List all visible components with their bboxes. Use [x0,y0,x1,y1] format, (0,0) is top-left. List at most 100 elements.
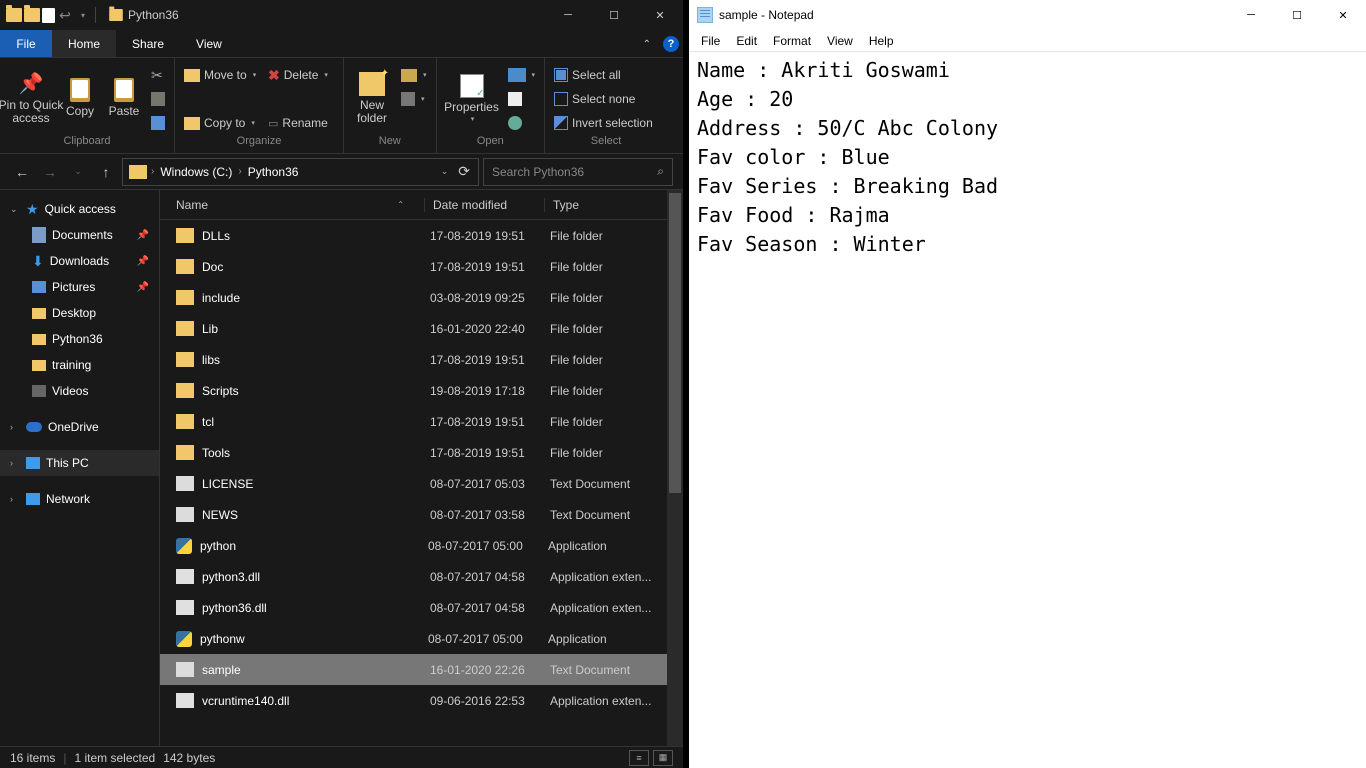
undo-icon[interactable]: ↩ [57,7,73,24]
collapse-ribbon-icon[interactable]: ⌃ [643,39,651,50]
delete-button[interactable]: ✖Delete▾ [265,65,337,85]
history-button[interactable] [505,113,539,133]
qat-doc-icon[interactable] [42,8,55,23]
up-button[interactable]: ↑ [94,160,118,184]
qat-dropdown-icon[interactable]: ▾ [75,11,91,20]
sidebar-desktop[interactable]: Desktop [0,300,159,326]
text-file-icon [176,507,194,522]
menu-help[interactable]: Help [861,34,902,48]
select-all-button[interactable]: Select all [551,65,661,85]
column-name[interactable]: Name⌃ [176,198,424,212]
open-button[interactable]: ▾ [505,65,539,85]
copy-button[interactable]: Copy [60,63,100,133]
select-none-button[interactable]: Select none [551,89,661,109]
file-menu[interactable]: File [0,30,52,57]
sidebar-thispc[interactable]: ›This PC [0,450,159,476]
file-row[interactable]: python08-07-2017 05:00Application [160,530,683,561]
new-item-button[interactable]: ▾ [398,65,430,85]
sidebar-pictures[interactable]: Pictures📌 [0,274,159,300]
menu-format[interactable]: Format [765,34,819,48]
sidebar-network[interactable]: ›Network [0,486,159,512]
breadcrumb-root[interactable]: Windows (C:) [154,165,238,179]
qat-folder-icon[interactable] [6,8,22,22]
sidebar-documents[interactable]: Documents📌 [0,222,159,248]
cut-button[interactable]: ✂ [148,65,168,85]
folder-icon [176,321,194,336]
sidebar-training[interactable]: training [0,352,159,378]
maximize-button[interactable]: ☐ [591,0,637,30]
refresh-icon[interactable]: ⟳ [458,163,470,180]
close-button[interactable]: ✕ [637,0,683,30]
sidebar-downloads[interactable]: ⬇Downloads📌 [0,248,159,274]
text-area[interactable]: Name : Akriti Goswami Age : 20 Address :… [689,52,1366,768]
file-row[interactable]: python36.dll08-07-2017 04:58Application … [160,592,683,623]
search-icon: ⌕ [657,164,664,179]
tab-home[interactable]: Home [52,30,116,57]
minimize-button[interactable]: ─ [545,0,591,30]
close-button[interactable]: ✕ [1320,0,1366,30]
file-row[interactable]: vcruntime140.dll09-06-2016 22:53Applicat… [160,685,683,716]
sidebar-quick-access[interactable]: ⌄★Quick access [0,196,159,222]
file-row[interactable]: python3.dll08-07-2017 04:58Application e… [160,561,683,592]
new-folder-button[interactable]: New folder [350,63,394,133]
file-row[interactable]: pythonw08-07-2017 05:00Application [160,623,683,654]
rename-button[interactable]: ▭Rename [265,113,337,133]
file-row[interactable]: libs17-08-2019 19:51File folder [160,344,683,375]
minimize-button[interactable]: ─ [1228,0,1274,30]
file-date: 17-08-2019 19:51 [430,415,550,429]
file-row[interactable]: Scripts19-08-2019 17:18File folder [160,375,683,406]
icons-view-button[interactable]: ▦ [653,750,673,766]
properties-button[interactable]: Properties▾ [443,63,501,133]
maximize-button[interactable]: ☐ [1274,0,1320,30]
file-row[interactable]: include03-08-2019 09:25File folder [160,282,683,313]
copy-path-icon [151,92,165,106]
sidebar-python36[interactable]: Python36 [0,326,159,352]
group-label: New [350,135,430,151]
back-button[interactable]: ← [10,160,34,184]
forward-button[interactable]: → [38,160,62,184]
address-bar[interactable]: › Windows (C:) › Python36 ⌄ ⟳ [122,158,479,186]
file-row[interactable]: Doc17-08-2019 19:51File folder [160,251,683,282]
column-type[interactable]: Type [544,198,664,212]
file-date: 16-01-2020 22:26 [430,663,550,677]
pin-quick-access-button[interactable]: 📌 Pin to Quick access [6,63,56,133]
invert-selection-button[interactable]: Invert selection [551,113,661,133]
menu-file[interactable]: File [693,34,728,48]
breadcrumb-current[interactable]: Python36 [242,165,305,179]
file-row[interactable]: tcl17-08-2019 19:51File folder [160,406,683,437]
sidebar-videos[interactable]: Videos [0,378,159,404]
column-date[interactable]: Date modified [424,198,544,212]
file-row[interactable]: Lib16-01-2020 22:40File folder [160,313,683,344]
file-row[interactable]: LICENSE08-07-2017 05:03Text Document [160,468,683,499]
file-row[interactable]: NEWS08-07-2017 03:58Text Document [160,499,683,530]
menu-edit[interactable]: Edit [728,34,765,48]
file-row[interactable]: DLLs17-08-2019 19:51File folder [160,220,683,251]
paste-button[interactable]: Paste [104,63,144,133]
paste-shortcut-button[interactable] [148,113,168,133]
help-icon[interactable]: ? [663,36,679,52]
file-row[interactable]: sample16-01-2020 22:26Text Document [160,654,683,685]
scrollbar-thumb[interactable] [669,193,681,493]
file-name: Scripts [202,384,430,398]
details-view-button[interactable]: ≡ [629,750,649,766]
edit-button[interactable] [505,89,539,109]
easy-access-button[interactable]: ▾ [398,89,430,109]
recent-dropdown[interactable]: ⌄ [66,160,90,184]
qat-folder-icon[interactable] [24,8,40,22]
titlebar[interactable]: sample - Notepad ─ ☐ ✕ [689,0,1366,30]
moveto-button[interactable]: Move to▾ [181,65,261,85]
menu-view[interactable]: View [819,34,861,48]
titlebar[interactable]: ↩ ▾ Python36 ─ ☐ ✕ [0,0,683,30]
vertical-scrollbar[interactable] [667,190,683,746]
copy-path-button[interactable] [148,89,168,109]
file-row[interactable]: Tools17-08-2019 19:51File folder [160,437,683,468]
copyto-button[interactable]: Copy to▾ [181,113,261,133]
address-dropdown-icon[interactable]: ⌄ [441,166,449,177]
file-name: DLLs [202,229,430,243]
file-name: vcruntime140.dll [202,694,430,708]
tab-view[interactable]: View [180,30,238,57]
invert-selection-icon [554,116,568,130]
search-input[interactable]: Search Python36 ⌕ [483,158,673,186]
tab-share[interactable]: Share [116,30,180,57]
sidebar-onedrive[interactable]: ›OneDrive [0,414,159,440]
